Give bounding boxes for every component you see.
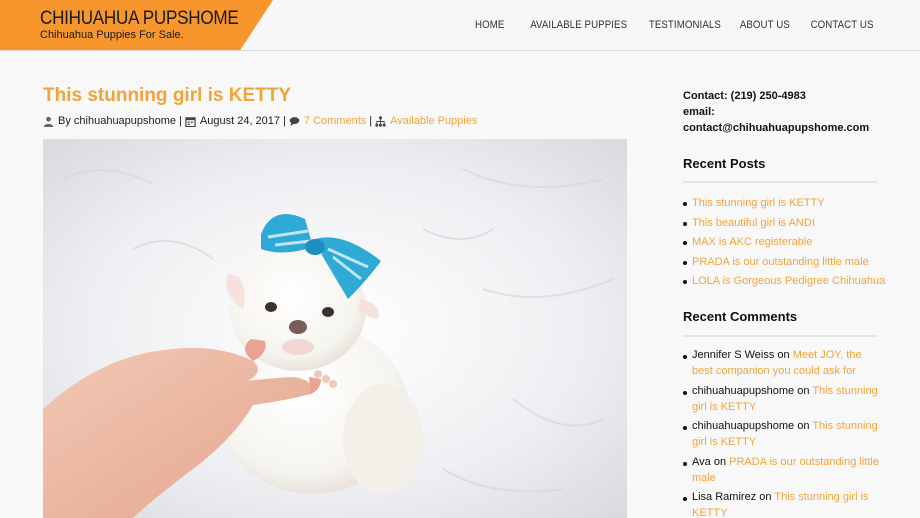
post-comments-link[interactable]: 7 Comments xyxy=(304,115,366,127)
recent-comments-title: Recent Comments xyxy=(683,309,798,324)
recent-post-link[interactable]: MAX is AKC registerable xyxy=(692,236,812,248)
recent-comments-list: Jennifer S Weiss on Meet JOY, the best c… xyxy=(683,347,883,518)
nav-item-home[interactable]: HOME xyxy=(475,19,504,31)
meta-separator: | xyxy=(369,115,373,127)
nav-item-available-puppies[interactable]: AVAILABLE PUPPIES xyxy=(530,19,627,31)
contact-info: Contact: (219) 250-4983 email: contact@c… xyxy=(683,88,893,136)
list-item: Lisa Ramirez on This stunning girl is KE… xyxy=(683,489,883,518)
list-item: chihuahuapupshome on This stunning girl … xyxy=(683,383,883,415)
post-category-link[interactable]: Available Puppies xyxy=(390,115,477,127)
list-item: This stunning girl is KETTY xyxy=(683,194,893,214)
calendar-icon xyxy=(185,116,196,127)
comment-author: Ava xyxy=(692,455,711,468)
list-item: PRADA is our outstanding little male xyxy=(683,253,893,273)
contact-email-label: email: xyxy=(683,106,715,118)
recent-posts-list: This stunning girl is KETTY This beautif… xyxy=(683,194,893,292)
post-meta: By chihuahuapupshome | August 24, 2017 |… xyxy=(43,115,477,127)
comment-on-word: on xyxy=(713,455,727,468)
comment-author: Jennifer S Weiss xyxy=(692,349,775,361)
nav-item-about-us[interactable]: ABOUT US xyxy=(739,19,789,31)
main-nav: HOME AVAILABLE PUPPIES TESTIMONIALS ABOU… xyxy=(459,19,873,31)
widget-divider xyxy=(683,335,877,337)
list-item: LOLA is Gorgeous Pedigree Chihuahua xyxy=(683,272,893,292)
list-item: Jennifer S Weiss on Meet JOY, the best c… xyxy=(683,347,883,379)
post-featured-image[interactable] xyxy=(43,139,627,518)
comments-icon xyxy=(289,116,300,127)
comment-author: Lisa Ramirez xyxy=(692,491,757,503)
nav-item-contact-us[interactable]: CONTACT US xyxy=(810,19,873,31)
post-author: chihuahuapupshome xyxy=(73,115,177,127)
recent-post-link[interactable]: PRADA is our outstanding little male xyxy=(692,256,869,268)
contact-phone: Contact: (219) 250-4983 xyxy=(683,90,806,102)
recent-post-link[interactable]: LOLA is Gorgeous Pedigree Chihuahua xyxy=(692,275,885,287)
list-item: chihuahuapupshome on This stunning girl … xyxy=(683,418,883,450)
recent-post-link[interactable]: This stunning girl is KETTY xyxy=(692,197,825,209)
comment-on-word: on xyxy=(759,491,772,503)
site-tagline: Chihuahua Puppies For Sale. xyxy=(40,29,184,41)
comment-on-word: on xyxy=(777,349,790,361)
comment-on-word: on xyxy=(797,420,810,432)
contact-email[interactable]: contact@chihuahuapupshome.com xyxy=(683,120,893,136)
site-header: CHIHUAHUA PUPSHOME Chihuahua Puppies For… xyxy=(0,0,920,51)
list-item: This beautiful girl is ANDI xyxy=(683,214,893,234)
post-date: August 24, 2017 xyxy=(199,115,281,127)
sitemap-icon xyxy=(375,115,386,127)
comment-author: chihuahuapupshome xyxy=(692,420,795,432)
nav-item-testimonials[interactable]: TESTIMONIALS xyxy=(649,19,721,31)
widget-divider xyxy=(683,181,877,183)
author-prefix: By xyxy=(58,115,71,127)
comment-on-word: on xyxy=(797,384,810,397)
recent-posts-title: Recent Posts xyxy=(683,156,766,171)
site-title-link[interactable]: CHIHUAHUA PUPSHOME xyxy=(40,8,239,30)
meta-separator: | xyxy=(283,115,286,127)
user-icon xyxy=(43,116,54,127)
post-title[interactable]: This stunning girl is KETTY xyxy=(43,85,291,107)
puppy-photo xyxy=(43,139,627,518)
recent-post-link[interactable]: This beautiful girl is ANDI xyxy=(692,217,815,229)
meta-separator: | xyxy=(179,115,182,127)
comment-author: chihuahuapupshome xyxy=(692,384,795,397)
list-item: Ava on PRADA is our outstanding little m… xyxy=(683,454,883,486)
list-item: MAX is AKC registerable xyxy=(683,233,893,253)
